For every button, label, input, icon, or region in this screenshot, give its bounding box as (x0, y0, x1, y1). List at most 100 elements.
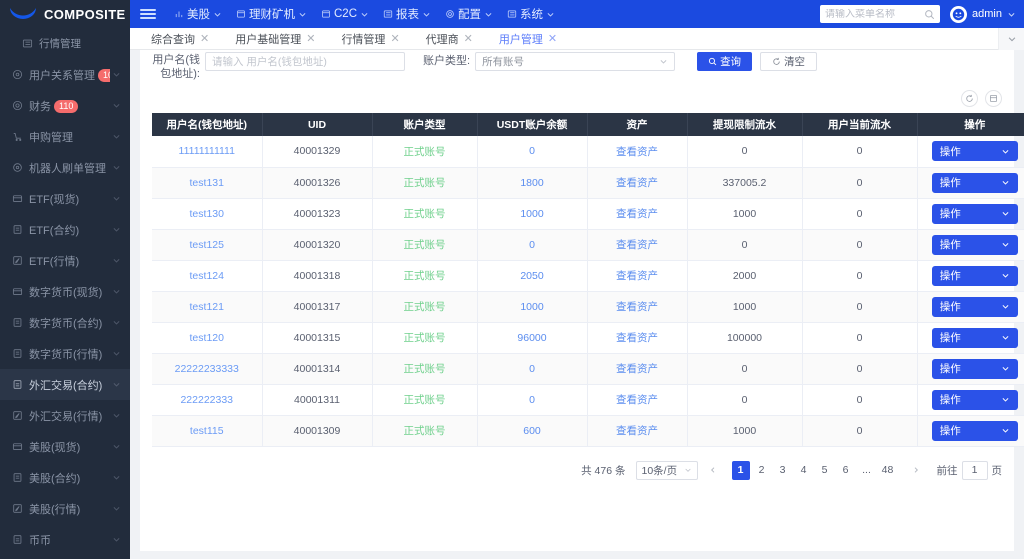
pagination-prev-button[interactable] (704, 461, 722, 480)
balance-link[interactable]: 2050 (520, 270, 543, 282)
close-icon[interactable]: ✕ (390, 32, 399, 45)
reset-button[interactable]: 清空 (760, 52, 817, 71)
sidebar-item-7[interactable]: ETF(行情) (0, 245, 130, 276)
top-nav-item-label: 理财矿机 (249, 6, 295, 22)
view-asset-link[interactable]: 查看资产 (616, 208, 658, 220)
sidebar-item-8[interactable]: 数字货币(现货) (0, 276, 130, 307)
balance-link[interactable]: 1000 (520, 208, 543, 220)
row-action-button[interactable]: 操作 (932, 235, 1018, 255)
row-action-button[interactable]: 操作 (932, 297, 1018, 317)
search-input[interactable] (825, 9, 924, 20)
pagination-page-5[interactable]: 5 (816, 461, 834, 480)
username-link[interactable]: test124 (190, 270, 224, 282)
pagination-page-2[interactable]: 2 (753, 461, 771, 480)
sidebar-item-14[interactable]: 美股(合约) (0, 462, 130, 493)
close-icon[interactable]: ✕ (464, 32, 473, 45)
balance-link[interactable]: 0 (529, 145, 535, 157)
balance-link[interactable]: 0 (529, 239, 535, 251)
page-size-select[interactable]: 10条/页 (636, 461, 698, 480)
sidebar-item-12[interactable]: 外汇交易(行情) (0, 400, 130, 431)
account-type-select[interactable]: 所有账号 (475, 52, 675, 71)
balance-link[interactable]: 600 (523, 425, 541, 437)
row-action-button[interactable]: 操作 (932, 204, 1018, 224)
balance-link[interactable]: 1800 (520, 177, 543, 189)
close-icon[interactable]: ✕ (548, 32, 557, 45)
username-link[interactable]: test115 (190, 425, 224, 437)
chevron-down-icon[interactable] (1007, 10, 1016, 19)
pagination-next-button[interactable] (907, 461, 925, 480)
sidebar-item-6[interactable]: ETF(合约) (0, 214, 130, 245)
close-icon[interactable]: ✕ (306, 32, 315, 45)
sidebar-item-4[interactable]: 机器人刷单管理 (0, 152, 130, 183)
row-action-button[interactable]: 操作 (932, 141, 1018, 161)
row-action-button[interactable]: 操作 (932, 328, 1018, 348)
top-nav-item-3[interactable]: 报表 (383, 6, 431, 22)
pagination-page-1[interactable]: 1 (732, 461, 750, 480)
row-action-button[interactable]: 操作 (932, 359, 1018, 379)
view-asset-link[interactable]: 查看资产 (616, 270, 658, 282)
username-link[interactable]: test120 (190, 332, 224, 344)
top-nav-item-5[interactable]: 系统 (507, 6, 555, 22)
sidebar-item-2[interactable]: 财务110 (0, 90, 130, 121)
balance-link[interactable]: 0 (529, 363, 535, 375)
close-icon[interactable]: ✕ (200, 32, 209, 45)
search-button[interactable]: 查询 (697, 52, 752, 71)
pagination-page-6[interactable]: 6 (837, 461, 855, 480)
view-asset-link[interactable]: 查看资产 (616, 177, 658, 189)
sidebar-item-9[interactable]: 数字货币(合约) (0, 307, 130, 338)
view-asset-link[interactable]: 查看资产 (616, 425, 658, 437)
username-link[interactable]: test130 (190, 208, 224, 220)
tab-2[interactable]: 行情管理✕ (328, 31, 412, 47)
username-input[interactable]: 请输入 用户名(钱包地址) (205, 52, 405, 71)
username-link[interactable]: test121 (190, 301, 224, 313)
username-link[interactable]: test125 (190, 239, 224, 251)
sidebar-item-10[interactable]: 数字货币(行情) (0, 338, 130, 369)
sidebar-item-13[interactable]: 美股(现货) (0, 431, 130, 462)
balance-link[interactable]: 96000 (517, 332, 546, 344)
sidebar-item-16[interactable]: 币币 (0, 524, 130, 555)
sidebar-item-5[interactable]: ETF(现货) (0, 183, 130, 214)
row-action-button[interactable]: 操作 (932, 266, 1018, 286)
wallet-icon (10, 441, 24, 452)
tab-3[interactable]: 代理商✕ (413, 31, 486, 47)
row-action-button[interactable]: 操作 (932, 173, 1018, 193)
row-action-button[interactable]: 操作 (932, 390, 1018, 410)
column-settings-icon[interactable] (985, 90, 1002, 107)
row-action-button[interactable]: 操作 (932, 421, 1018, 441)
view-asset-link[interactable]: 查看资产 (616, 146, 658, 158)
brand-logo[interactable]: COMPOSITE (0, 0, 130, 28)
username-link[interactable]: 222222333 (180, 394, 233, 406)
sidebar-item-0[interactable]: 行情管理 (0, 28, 130, 59)
sidebar-item-1[interactable]: 用户关系管理10 (0, 59, 130, 90)
top-nav-item-4[interactable]: 配置 (445, 6, 493, 22)
tabbar-more-button[interactable] (998, 28, 1024, 50)
view-asset-link[interactable]: 查看资产 (616, 239, 658, 251)
username-link[interactable]: test131 (190, 177, 224, 189)
balance-link[interactable]: 0 (529, 394, 535, 406)
pagination-page-48[interactable]: 48 (879, 461, 897, 480)
view-asset-link[interactable]: 查看资产 (616, 363, 658, 375)
tab-1[interactable]: 用户基础管理✕ (222, 31, 328, 47)
pagination-page-4[interactable]: 4 (795, 461, 813, 480)
sidebar-item-15[interactable]: 美股(行情) (0, 493, 130, 524)
tab-4[interactable]: 用户管理✕ (486, 31, 570, 47)
search-icon[interactable] (924, 9, 935, 20)
balance-link[interactable]: 1000 (520, 301, 543, 313)
top-nav-item-0[interactable]: 美股 (174, 6, 222, 22)
pagination-goto-input[interactable]: 1 (962, 461, 988, 480)
view-asset-link[interactable]: 查看资产 (616, 394, 658, 406)
pagination-page-3[interactable]: 3 (774, 461, 792, 480)
user-menu[interactable]: admin (950, 6, 1016, 23)
refresh-icon[interactable] (961, 90, 978, 107)
menu-search-box[interactable] (820, 5, 940, 23)
view-asset-link[interactable]: 查看资产 (616, 301, 658, 313)
username-link[interactable]: 22222233333 (175, 363, 239, 375)
top-nav-item-2[interactable]: C2C (321, 8, 369, 20)
sidebar-item-11[interactable]: 外汇交易(合约) (0, 369, 130, 400)
username-link[interactable]: 11111111111 (179, 145, 235, 157)
view-asset-link[interactable]: 查看资产 (616, 332, 658, 344)
top-nav-item-1[interactable]: 理财矿机 (236, 6, 307, 22)
hamburger-icon[interactable] (140, 9, 156, 19)
tab-0[interactable]: 综合查询✕ (138, 31, 222, 47)
sidebar-item-3[interactable]: 申购管理 (0, 121, 130, 152)
